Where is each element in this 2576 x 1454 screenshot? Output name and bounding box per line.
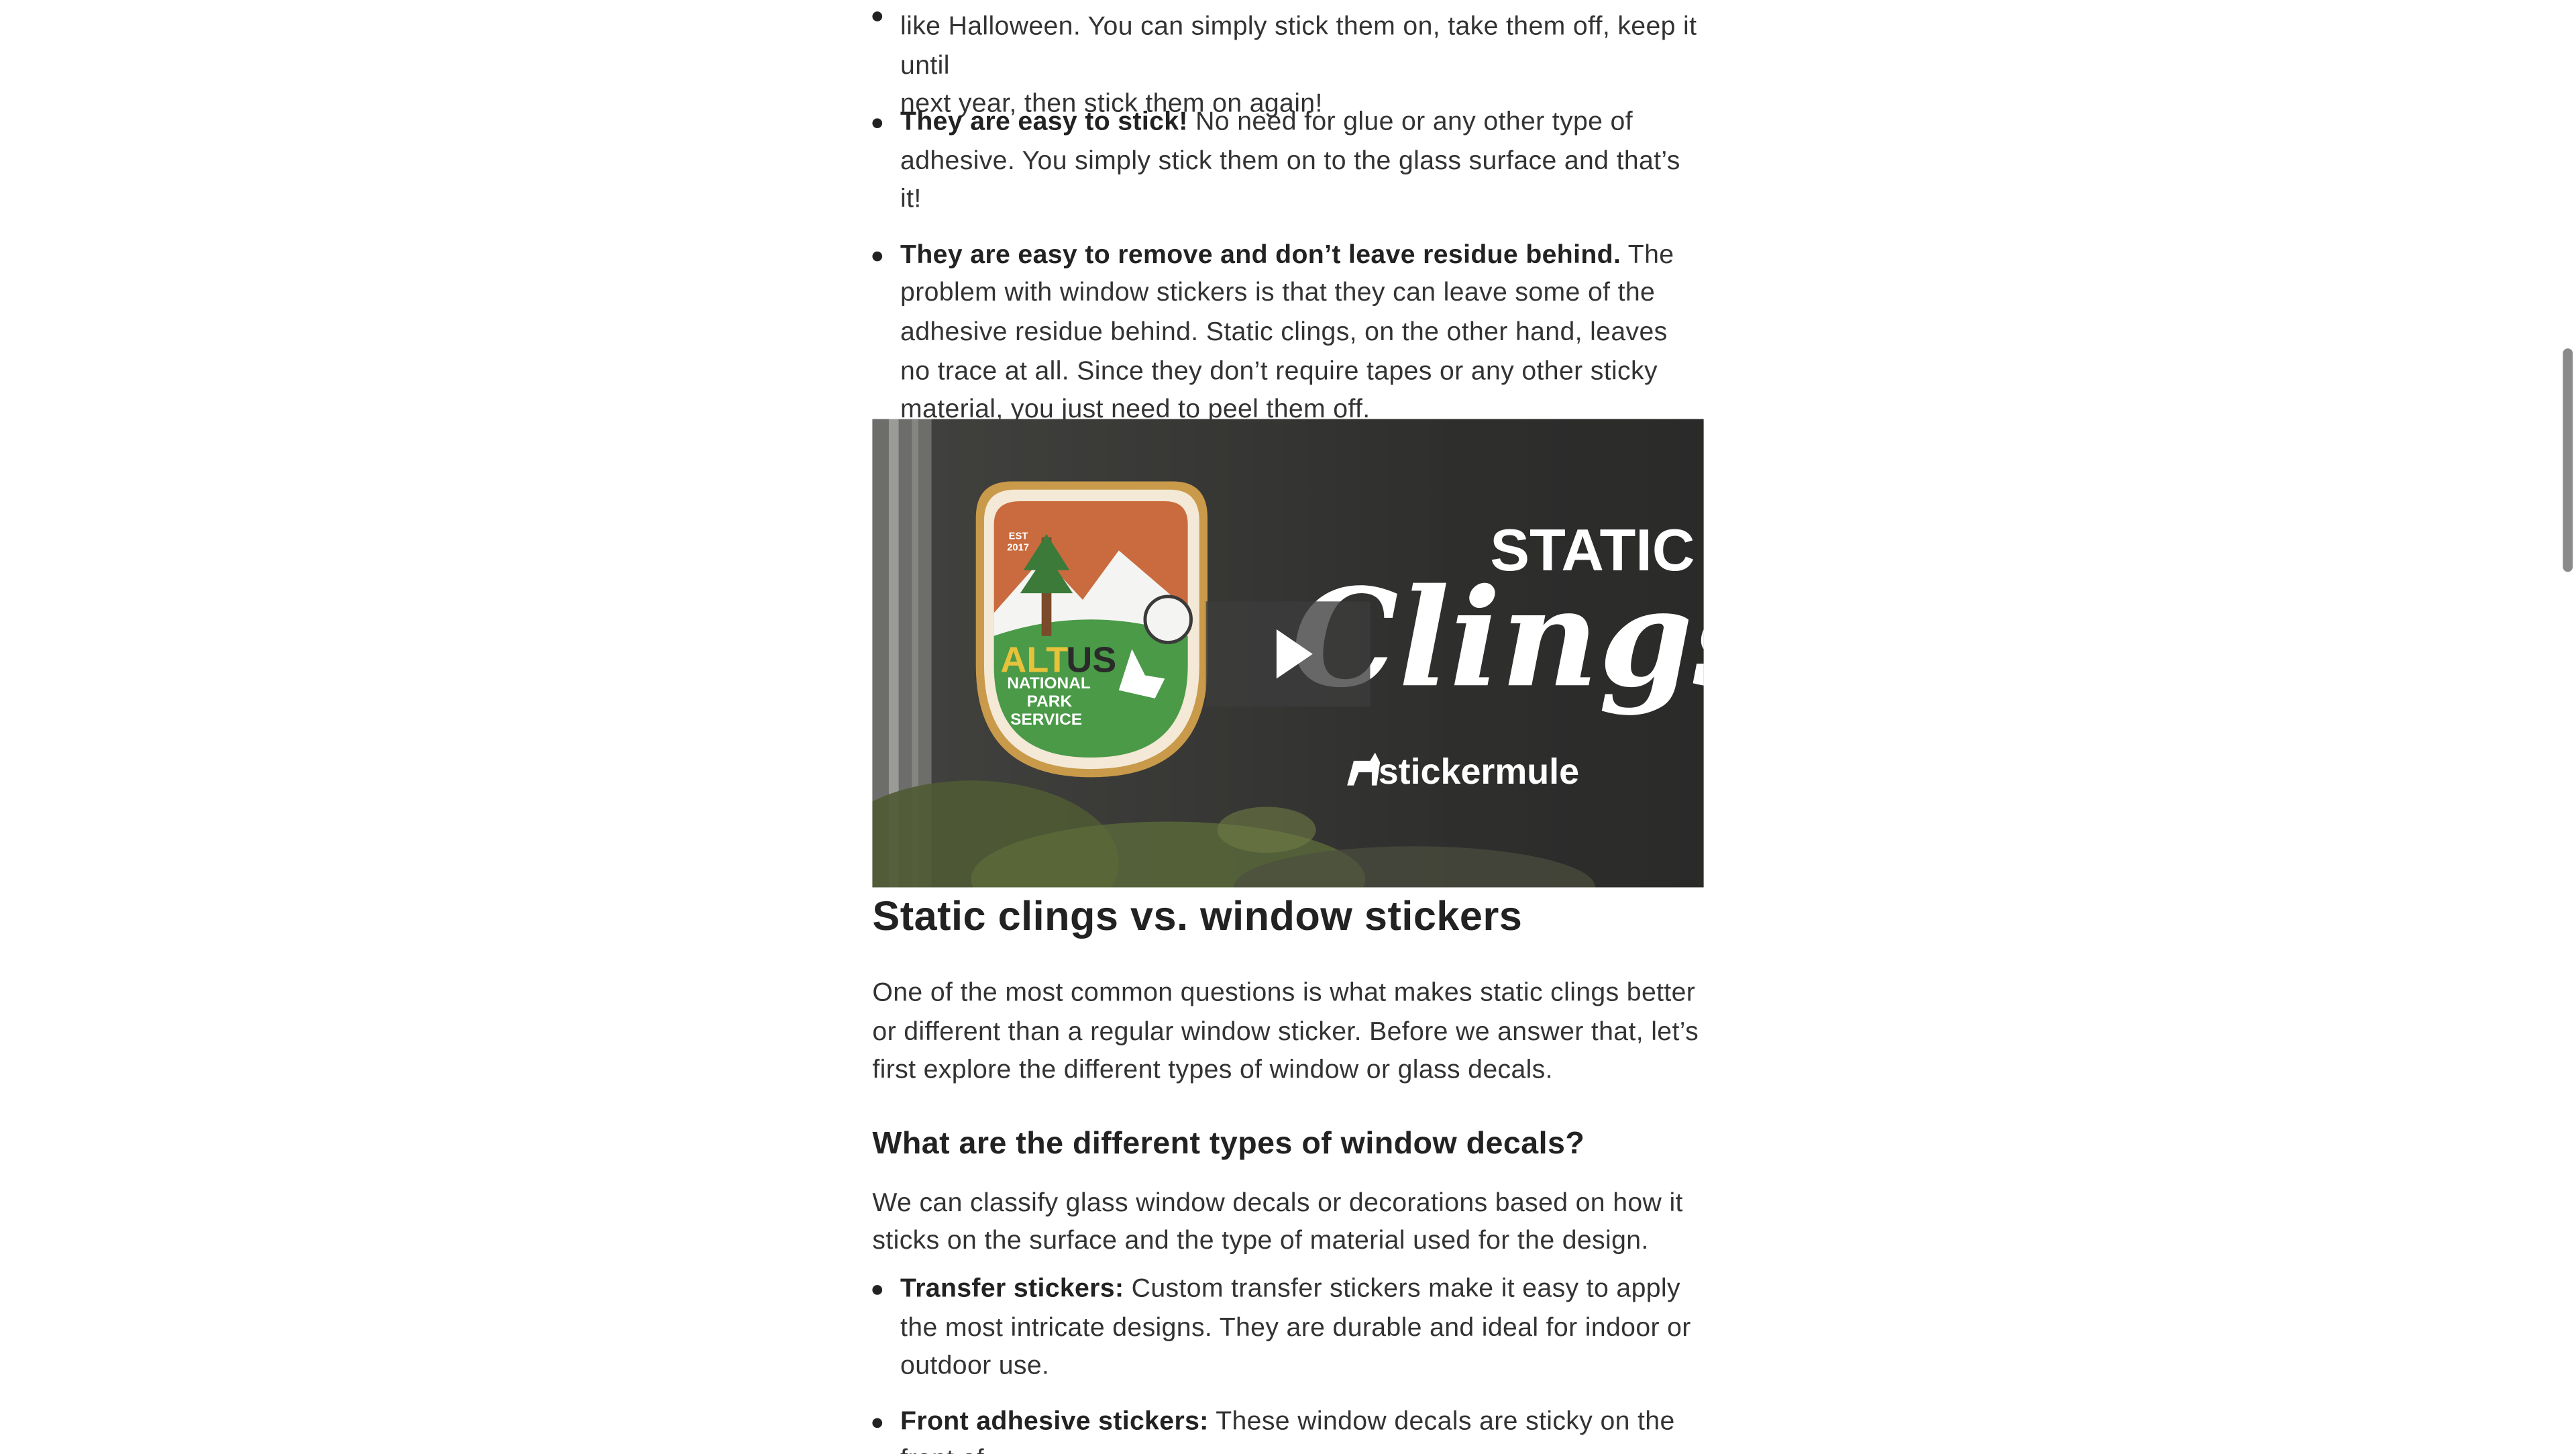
badge-line3-text: SERVICE <box>1010 711 1082 729</box>
scrollbar-thumb[interactable] <box>2563 348 2573 572</box>
section-classify: We can classify glass window decals or d… <box>872 1189 1683 1256</box>
section-static-vs-window: Static clings vs. window stickers One of… <box>872 890 1703 1261</box>
park-badge: EST 2017 ALT US NATIONAL PARK SERVICE <box>975 481 1208 778</box>
section-heading: Static clings vs. window stickers <box>872 894 1523 940</box>
play-button[interactable] <box>1205 601 1371 707</box>
badge-line1-text: NATIONAL <box>1007 674 1091 692</box>
benefits-list-main: They are easy to stick! No need for glue… <box>872 103 1703 430</box>
section-intro: One of the most common questions is what… <box>872 979 1699 1085</box>
types-list: Transfer stickers: Custom transfer stick… <box>872 1270 1703 1454</box>
benefit-item-easy-stick-title: They are easy to stick! <box>900 108 1188 137</box>
type-item-front-adhesive-title: Front adhesive stickers: <box>900 1408 1209 1436</box>
badge-est-text: EST <box>1009 531 1028 541</box>
badge-line2-text: PARK <box>1027 692 1073 711</box>
benefit-item-easy-stick: They are easy to stick! No need for glue… <box>872 103 1703 219</box>
benefit-item-easy-remove: They are easy to remove and don’t leave … <box>872 236 1703 430</box>
types-list-wrap: Transfer stickers: Custom transfer stick… <box>872 1270 1703 1454</box>
page: like Halloween. You can simply stick the… <box>0 0 2576 1454</box>
type-item-front-adhesive: Front adhesive stickers: These window de… <box>872 1403 1703 1454</box>
benefit-item-reusable-line1: like Halloween. You can simply stick the… <box>900 13 1697 81</box>
benefit-item-easy-remove-title: They are easy to remove and don’t leave … <box>900 241 1621 270</box>
brand-logo: stickermule <box>1347 751 1579 792</box>
badge-year-text: 2017 <box>1007 542 1029 553</box>
play-icon <box>1206 601 1371 707</box>
type-item-transfer: Transfer stickers: Custom transfer stick… <box>872 1270 1703 1386</box>
section-subheading: What are the different types of window d… <box>872 1127 1585 1161</box>
type-item-transfer-title: Transfer stickers: <box>900 1275 1124 1304</box>
video-player[interactable]: EST 2017 ALT US NATIONAL PARK SERVICE ST… <box>872 419 1704 888</box>
brand-text: stickermule <box>1379 751 1579 792</box>
